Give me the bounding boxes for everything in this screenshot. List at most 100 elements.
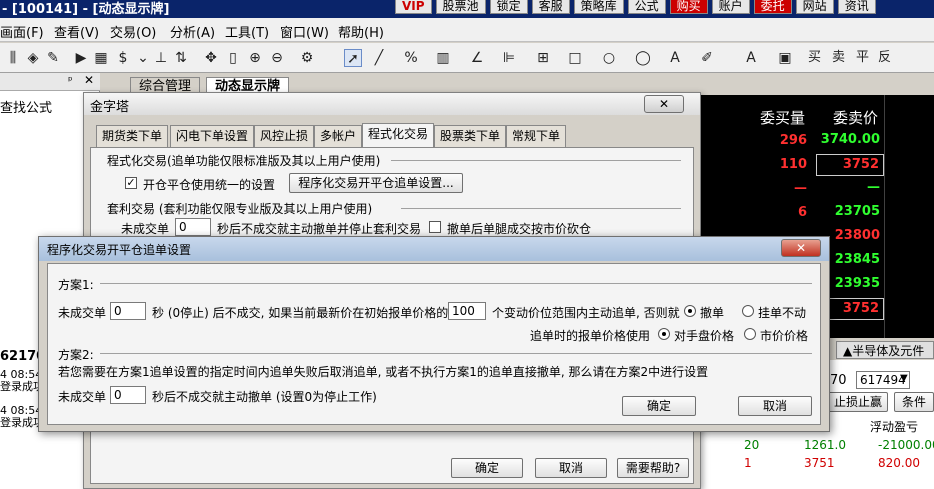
font-color-icon[interactable]: A <box>742 49 760 67</box>
close-icon[interactable]: ✕ <box>84 73 94 87</box>
angle-icon[interactable]: ∠ <box>468 49 486 67</box>
plan2-description: 若您需要在方案1追单设置的指定时间内追单失败后取消追单, 或者不执行方案1的追单… <box>58 365 709 379</box>
menu-tools[interactable]: 工具(T) <box>225 22 269 41</box>
bars-icon[interactable]: ⫼ <box>4 49 22 67</box>
ok-button[interactable]: 确定 <box>451 458 523 478</box>
parallel-icon[interactable]: ⊫ <box>500 49 518 67</box>
service-button[interactable]: 客服 <box>531 0 570 14</box>
quote-row[interactable]: — — <box>698 177 934 201</box>
menu-screen[interactable]: 画面(F) <box>0 22 44 41</box>
channel-icon[interactable]: ⊞ <box>534 49 552 67</box>
p1-unfilled-input[interactable]: 0 <box>110 302 146 320</box>
window-title-bar: - [100141] - [动态显示牌] VIP 股票池 锁定 客服 策略库 公… <box>0 0 934 18</box>
save-icon[interactable]: ▣ <box>776 49 794 67</box>
pen-icon[interactable]: ✐ <box>698 49 716 67</box>
arb-chase-checkbox[interactable] <box>429 221 441 233</box>
quote-row[interactable]: 296 3740.00 <box>698 129 934 153</box>
arb-unfilled-label: 未成交单 <box>121 222 170 236</box>
menu-help[interactable]: 帮助(H) <box>338 22 384 41</box>
position-qty: 1 <box>744 456 752 470</box>
website-button[interactable]: 网站 <box>795 0 834 14</box>
p2-text: 秒后不成交就主动撤单 (设置0为停止工作) <box>152 390 377 404</box>
tab-semiconductor[interactable]: ▲半导体及元件 <box>836 341 934 359</box>
calendar-icon[interactable]: ▦ <box>92 49 110 67</box>
tab-multi-account[interactable]: 多帐户 <box>314 125 363 147</box>
plan1-title: 方案1: <box>58 278 94 292</box>
p1-unfilled-label: 未成交单 <box>58 306 107 320</box>
bar-icon[interactable]: ▯ <box>224 49 242 67</box>
ellipse-icon[interactable]: ◯ <box>634 49 652 67</box>
vip-button[interactable]: VIP <box>395 0 432 14</box>
tab-risk-stop[interactable]: 风控止损 <box>254 125 315 147</box>
menu-view[interactable]: 查看(V) <box>54 22 99 41</box>
pin-icon[interactable]: ᵖ <box>68 74 73 87</box>
ruler-icon[interactable]: ⊥ <box>152 49 170 67</box>
stop-loss-button[interactable]: 止损止赢 <box>828 392 888 412</box>
menu-trade[interactable]: 交易(O) <box>110 22 156 41</box>
arb-unfilled-input[interactable]: 0 <box>175 218 211 236</box>
p1-hold-radio[interactable] <box>742 305 754 317</box>
rectangle-icon[interactable]: □ <box>566 49 584 67</box>
order-button[interactable]: 委托 <box>753 0 792 14</box>
unified-settings-checkbox[interactable]: ✓ <box>125 177 137 189</box>
quote-row[interactable]: 110 3752 <box>698 153 934 177</box>
strategy-library-button[interactable]: 策略库 <box>573 0 624 14</box>
tab-futures-order[interactable]: 期货类下单 <box>96 125 169 147</box>
p1-market-label: 市价价格 <box>760 329 809 343</box>
flat-button[interactable]: 平 <box>856 49 869 67</box>
line-icon[interactable]: ╱ <box>370 49 388 67</box>
percent-icon[interactable]: % <box>402 49 420 67</box>
chase-dialog-title-bar: 程序化交易开平仓追单设置 ✕ <box>39 237 829 261</box>
move-icon[interactable]: ✥ <box>202 49 220 67</box>
formula-button[interactable]: 公式 <box>627 0 666 14</box>
cursor-icon[interactable]: ➚ <box>344 49 362 67</box>
p1-counter-radio[interactable] <box>658 328 670 340</box>
p1-ticks-input[interactable]: 100 <box>448 302 486 320</box>
stock-pool-button[interactable]: 股票池 <box>435 0 486 14</box>
circle-icon[interactable]: ○ <box>600 49 618 67</box>
formula-icon[interactable]: ◈ <box>24 49 42 67</box>
text-icon[interactable]: A <box>666 49 684 67</box>
p1-market-radio[interactable] <box>744 328 756 340</box>
quote-row[interactable]: 6 23705 <box>698 201 934 225</box>
sell-button[interactable]: 卖 <box>832 49 845 67</box>
menu-analysis[interactable]: 分析(A) <box>170 22 215 41</box>
purchase-button[interactable]: 购买 <box>669 0 708 14</box>
dollar-icon[interactable]: $ <box>114 49 132 67</box>
tab-flash-order[interactable]: 闪电下单设置 <box>170 125 255 147</box>
zoom-in-icon[interactable]: ⊕ <box>246 49 264 67</box>
play-icon[interactable]: ▶ <box>72 49 90 67</box>
lock-button[interactable]: 锁定 <box>489 0 528 14</box>
buy-button[interactable]: 买 <box>808 49 821 67</box>
gear-icon[interactable]: ⚙ <box>298 49 316 67</box>
ok-button[interactable]: 确定 <box>622 396 696 416</box>
find-formula-label: 查找公式 <box>0 101 53 116</box>
prog-chase-settings-button[interactable]: 程序化交易开平仓追单设置... <box>289 173 463 193</box>
p1-cancel-radio[interactable] <box>684 305 696 317</box>
p1-text2: 个变动价位范围内主动追单, 否则就 <box>492 306 680 320</box>
position-price: 3751 <box>804 456 835 470</box>
reverse-button[interactable]: 反 <box>878 49 891 67</box>
news-button[interactable]: 资讯 <box>837 0 876 14</box>
tab-programmatic[interactable]: 程式化交易 <box>362 123 435 148</box>
help-button[interactable]: 需要帮助? <box>617 458 689 478</box>
chevron-down-icon[interactable]: ▼ <box>900 373 908 384</box>
account-button[interactable]: 账户 <box>711 0 750 14</box>
tab-regular-order[interactable]: 常规下单 <box>506 125 567 147</box>
p2-unfilled-input[interactable]: 0 <box>110 386 146 404</box>
edit-icon[interactable]: ✎ <box>44 49 62 67</box>
cancel-button[interactable]: 取消 <box>738 396 812 416</box>
prog-group-title: 程式化交易(追单功能仅限标准版及其以上用户使用) <box>107 154 381 168</box>
zoom-out-icon[interactable]: ⊖ <box>268 49 286 67</box>
chevron-down-icon[interactable]: ⌄ <box>134 49 152 67</box>
quote-price: 3740.00 <box>820 132 880 147</box>
p2-unfilled-label: 未成交单 <box>58 390 107 404</box>
grid-icon[interactable]: ▥ <box>434 49 452 67</box>
condition-button[interactable]: 条件 <box>894 392 934 412</box>
close-icon[interactable]: ✕ <box>781 239 821 257</box>
cancel-button[interactable]: 取消 <box>535 458 607 478</box>
menu-window[interactable]: 窗口(W) <box>280 22 329 41</box>
tab-stock-order[interactable]: 股票类下单 <box>434 125 507 147</box>
sort-icon[interactable]: ⇅ <box>172 49 190 67</box>
close-icon[interactable]: ✕ <box>644 95 684 113</box>
